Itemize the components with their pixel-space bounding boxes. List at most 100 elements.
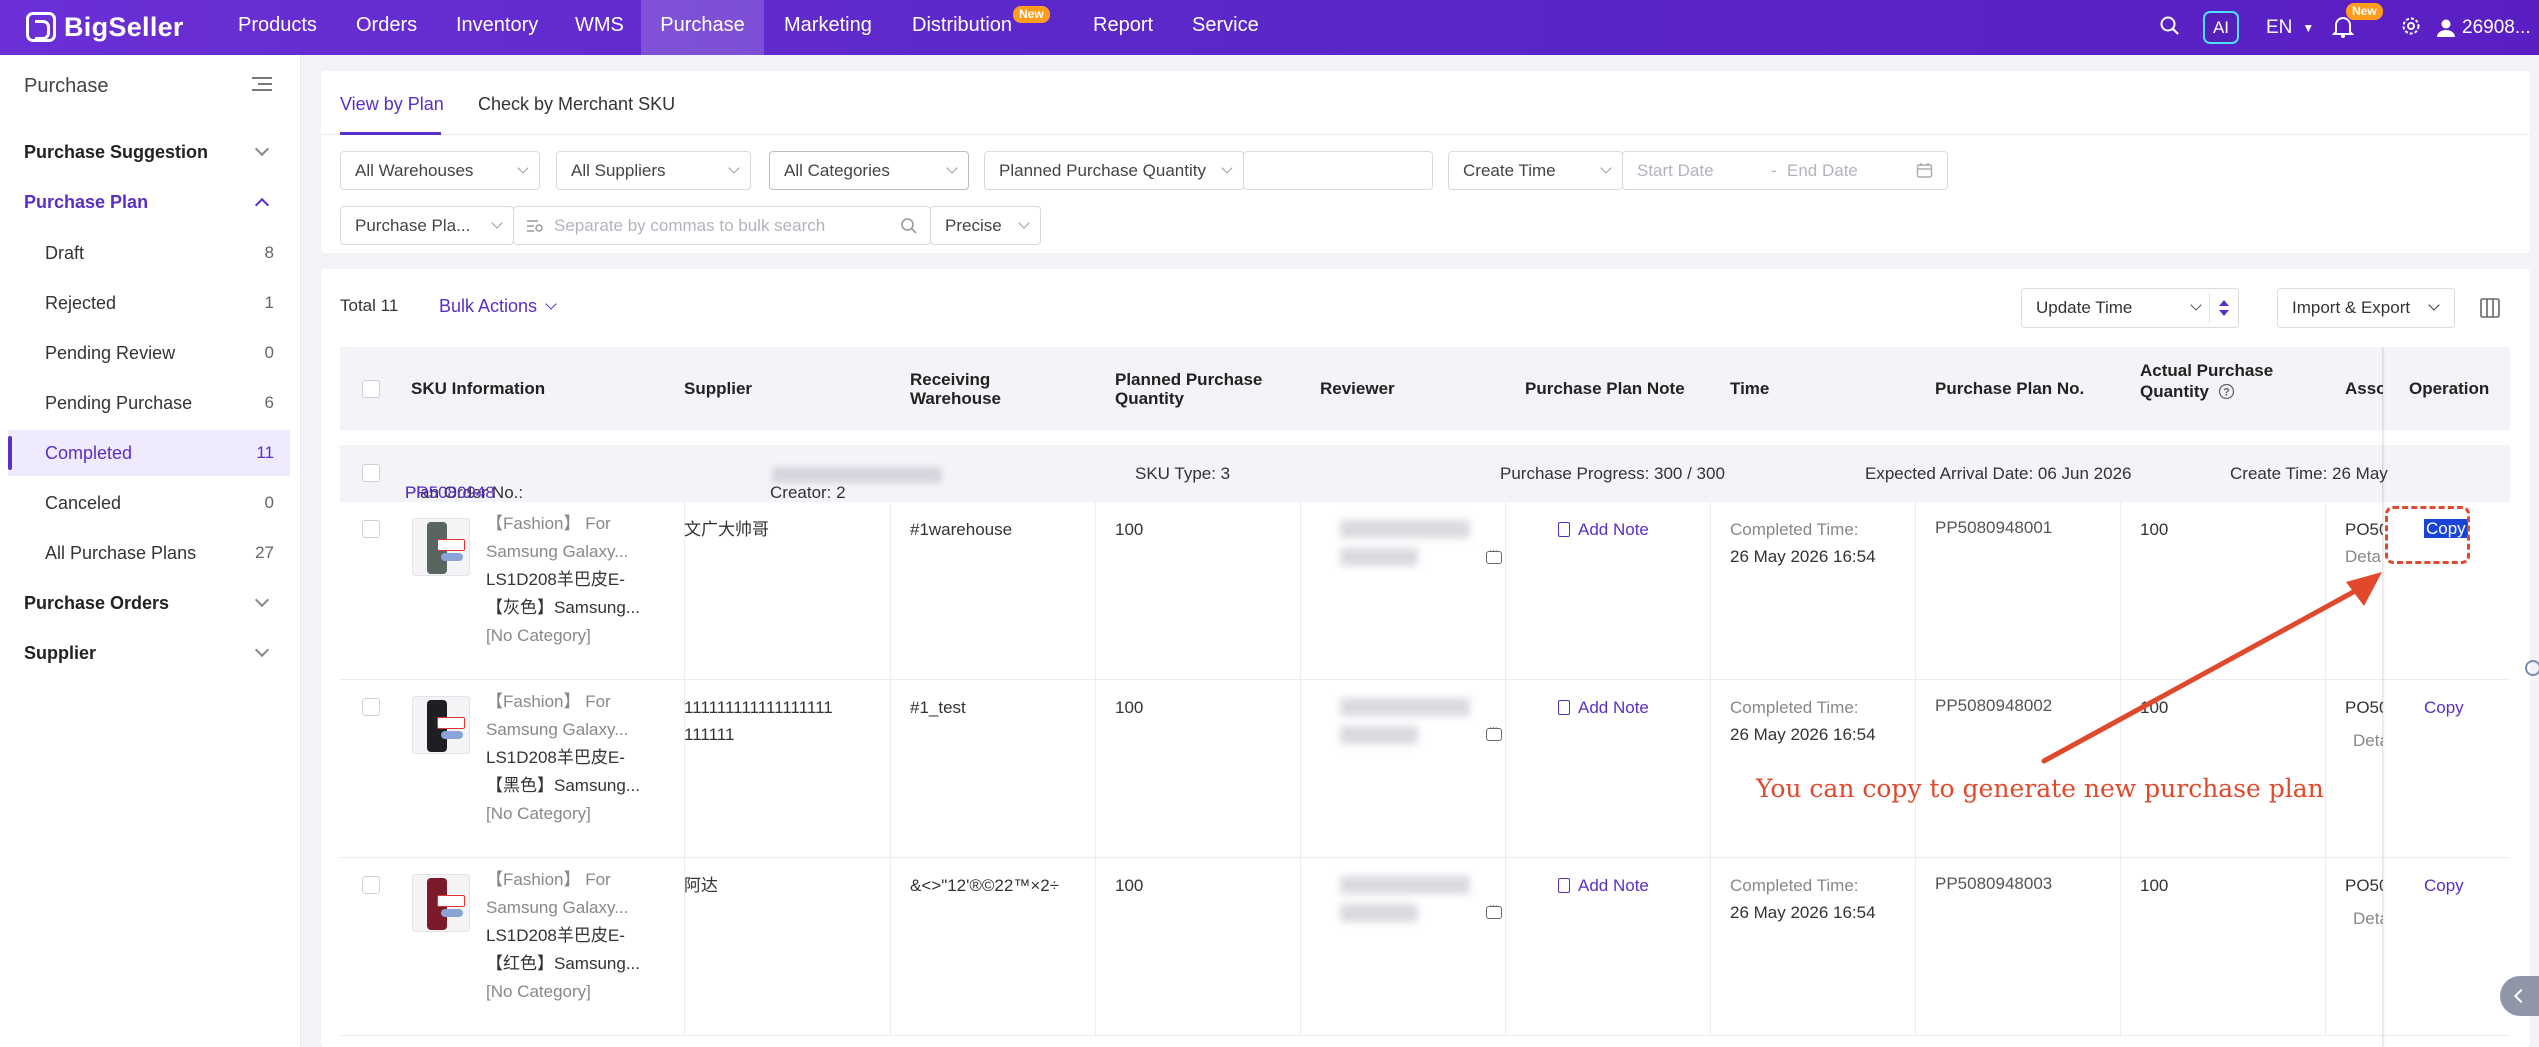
chevron-down-icon: [946, 162, 958, 174]
nav-distribution[interactable]: Distribution: [912, 0, 1012, 55]
header-time: Time: [1730, 379, 1770, 398]
plan-checkbox[interactable]: [362, 464, 380, 482]
time-label: Completed Time:: [1730, 698, 1859, 717]
column-settings-icon[interactable]: [2479, 297, 2501, 319]
planned-quantity-select[interactable]: Planned Purchase Quantity: [984, 151, 1244, 190]
sidebar-item-label: Draft: [45, 243, 85, 263]
time-cell: Completed Time: 26 May 2026 16:54: [1730, 872, 1876, 926]
message-icon[interactable]: [1486, 722, 1502, 741]
message-icon[interactable]: [1486, 545, 1502, 564]
sidebar-item-pending-review[interactable]: Pending Review 0: [8, 330, 290, 376]
nav-purchase[interactable]: Purchase: [641, 0, 764, 55]
collapse-sidebar-icon[interactable]: [252, 77, 272, 93]
product-thumbnail[interactable]: [412, 874, 470, 932]
sidebar-item-draft[interactable]: Draft 8: [8, 230, 290, 276]
plan-no-cell: PP5080948001: [1935, 518, 2053, 537]
completed-time: 26 May 2026 16:54: [1730, 547, 1876, 566]
date-range-picker[interactable]: Start Date - End Date: [1622, 151, 1948, 190]
time-label: Completed Time:: [1730, 520, 1859, 539]
start-date-input[interactable]: Start Date: [1637, 161, 1714, 180]
gear-icon[interactable]: [2400, 15, 2422, 37]
plan-expected-arrival: Expected Arrival Date: 06 Jun 2026: [1865, 464, 2132, 483]
user-menu[interactable]: 26908...: [2436, 0, 2531, 55]
header-receiving-warehouse: Receiving Warehouse: [910, 370, 1001, 408]
sidebar-item-all-purchase-plans[interactable]: All Purchase Plans 27: [8, 530, 290, 576]
sidebar-item-canceled[interactable]: Canceled 0: [8, 480, 290, 526]
redacted-creator: [772, 466, 942, 483]
reviewer-redacted: [1340, 698, 1470, 750]
copy-button[interactable]: Copy: [2424, 872, 2464, 899]
sidebar-item-completed[interactable]: Completed 11: [8, 430, 290, 476]
row-checkbox[interactable]: [362, 520, 380, 538]
select-all-checkbox[interactable]: [362, 380, 380, 398]
expand-panel-button[interactable]: [2500, 976, 2539, 1016]
supplier-select[interactable]: All Suppliers: [556, 151, 751, 190]
product-thumbnail[interactable]: [412, 696, 470, 754]
add-note-link[interactable]: Add Note: [1558, 698, 1649, 718]
plan-order-link[interactable]: PR5080948: [405, 483, 495, 503]
category-select[interactable]: All Categories: [769, 151, 969, 190]
match-mode-value: Precise: [945, 216, 1002, 235]
nav-products[interactable]: Products: [238, 0, 317, 55]
sidebar-group-purchase-orders[interactable]: Purchase Orders: [24, 593, 169, 614]
copy-button[interactable]: Copy: [2424, 694, 2464, 721]
sidebar-item-rejected[interactable]: Rejected 1: [8, 280, 290, 326]
tab-view-by-plan[interactable]: View by Plan: [340, 94, 444, 115]
bigseller-logo[interactable]: BigSeller: [26, 10, 184, 44]
product-title[interactable]: 【Fashion】 For: [486, 688, 656, 716]
reviewer-redacted: [1340, 876, 1470, 928]
sku-information: 【Fashion】 For Samsung Galaxy... LS1D208羊…: [486, 688, 656, 828]
planned-quantity-cell: 100: [1115, 698, 1144, 717]
warehouse-cell: #1_test: [910, 698, 966, 717]
add-note-link[interactable]: Add Note: [1558, 876, 1649, 896]
nav-marketing[interactable]: Marketing: [784, 0, 872, 55]
nav-report[interactable]: Report: [1093, 0, 1153, 55]
ai-assistant-button[interactable]: AI: [2203, 11, 2239, 44]
search-icon[interactable]: [900, 217, 918, 235]
completed-time: 26 May 2026 16:54: [1730, 725, 1876, 744]
planned-quantity-input[interactable]: [1243, 151, 1433, 190]
search-field-select[interactable]: Purchase Pla...: [340, 206, 514, 245]
add-note-link[interactable]: Add Note: [1558, 520, 1649, 540]
import-export-label: Import & Export: [2292, 298, 2411, 317]
sort-field-select[interactable]: Update Time: [2021, 288, 2239, 328]
distribution-new-badge: New: [1013, 6, 1050, 23]
row-checkbox[interactable]: [362, 698, 380, 716]
product-title[interactable]: 【Fashion】 For: [486, 510, 656, 538]
nav-inventory[interactable]: Inventory: [456, 0, 538, 55]
chevron-down-icon: [254, 592, 270, 608]
time-type-select[interactable]: Create Time: [1448, 151, 1623, 190]
sidebar-group-purchase-suggestion[interactable]: Purchase Suggestion: [24, 142, 208, 163]
time-cell: Completed Time: 26 May 2026 16:54: [1730, 694, 1876, 748]
warehouse-select[interactable]: All Warehouses: [340, 151, 540, 190]
language-selector[interactable]: EN ▼: [2266, 0, 2314, 55]
sort-order-icon[interactable]: [2217, 299, 2231, 317]
sidebar-group-purchase-plan[interactable]: Purchase Plan: [24, 192, 148, 213]
nav-service[interactable]: Service: [1192, 0, 1259, 55]
user-id: 26908...: [2462, 16, 2531, 38]
bulk-actions-dropdown[interactable]: Bulk Actions: [439, 296, 557, 317]
end-date-input[interactable]: End Date: [1787, 152, 1858, 189]
import-export-button[interactable]: Import & Export: [2277, 288, 2455, 328]
nav-wms[interactable]: WMS: [575, 0, 624, 55]
nav-orders[interactable]: Orders: [356, 0, 417, 55]
chevron-down-icon: [254, 642, 270, 658]
product-thumbnail[interactable]: [412, 518, 470, 576]
search-icon[interactable]: [2159, 15, 2181, 37]
sidebar-title: Purchase: [24, 75, 109, 97]
match-mode-select[interactable]: Precise: [930, 206, 1041, 245]
floating-circle-icon[interactable]: [2525, 660, 2539, 676]
tab-check-by-merchant-sku[interactable]: Check by Merchant SKU: [478, 94, 675, 115]
header-actual-quantity: Actual Purchase Quantity ?: [2140, 361, 2273, 401]
warehouse-select-value: All Warehouses: [355, 161, 474, 180]
date-range-separator: -: [1771, 161, 1777, 180]
sidebar-group-supplier[interactable]: Supplier: [24, 643, 96, 664]
row-checkbox[interactable]: [362, 876, 380, 894]
supplier-cell: 文广大帅哥: [684, 520, 769, 539]
caret-down-icon: ▼: [2302, 20, 2315, 35]
bulk-search-input[interactable]: Separate by commas to bulk search: [513, 206, 931, 245]
sidebar-item-pending-purchase[interactable]: Pending Purchase 6: [8, 380, 290, 426]
message-icon[interactable]: [1486, 900, 1502, 919]
help-icon[interactable]: ?: [2218, 383, 2235, 400]
product-title[interactable]: 【Fashion】 For: [486, 866, 656, 894]
